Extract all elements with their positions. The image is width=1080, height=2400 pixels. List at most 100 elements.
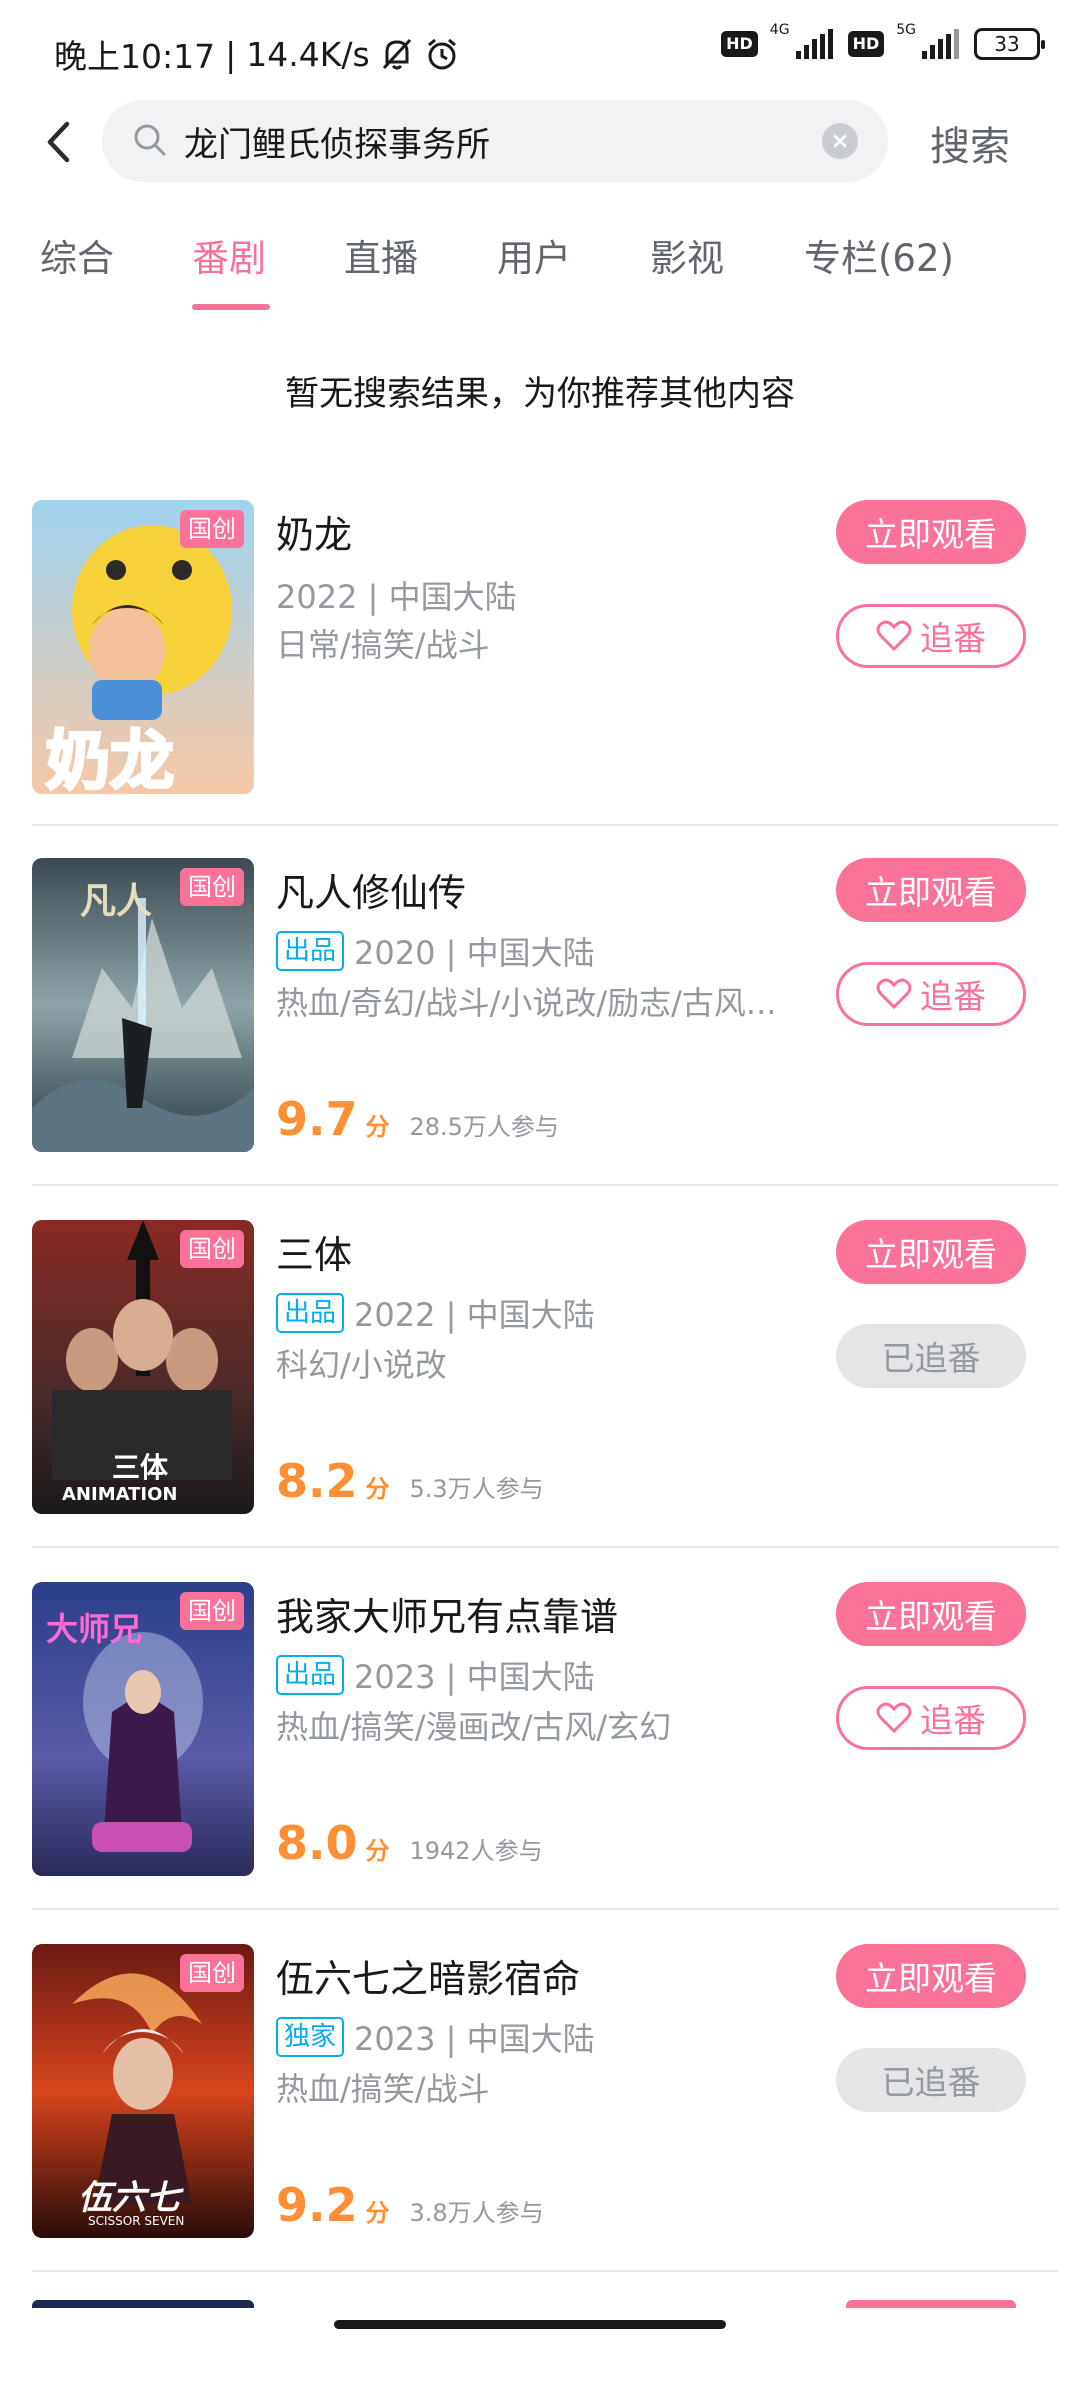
tab-live[interactable]: 直播 xyxy=(344,228,418,282)
list-item[interactable]: 国创 凡人 凡人修仙传 出品 2020 | 中国大陆 热血/奇幻/战斗/小说改/… xyxy=(0,858,1080,1220)
followed-button[interactable]: 已追番 xyxy=(836,1324,1026,1388)
cover-subtitle-art: ANIMATION xyxy=(62,1484,178,1505)
result-tabs: 综合 番剧 直播 用户 影视 专栏(62) xyxy=(0,228,1080,312)
item-tags: 热血/搞笑/战斗 xyxy=(276,2070,490,2108)
score-value: 9.2 xyxy=(276,2178,358,2232)
item-year-region: 2020 | 中国大陆 xyxy=(354,934,595,972)
watch-now-button[interactable]: 立即观看 xyxy=(836,500,1026,564)
item-title[interactable]: 奶龙 xyxy=(276,504,352,559)
heart-icon xyxy=(876,1702,912,1734)
cover-title-art: 凡人 xyxy=(80,881,153,922)
watch-now-button[interactable]: 立即观看 xyxy=(836,1582,1026,1646)
follow-button[interactable]: 追番 xyxy=(836,604,1026,668)
cover-image[interactable]: 国创 大师兄 xyxy=(32,1582,254,1876)
hd-badge: HD xyxy=(721,31,758,57)
back-arrow-icon xyxy=(47,121,70,163)
follow-button[interactable]: 追番 xyxy=(836,1686,1026,1750)
home-indicator[interactable] xyxy=(334,2320,726,2329)
cover-subtitle-art: SCISSOR SEVEN xyxy=(88,2214,185,2228)
cover-image[interactable]: 国创 凡人 xyxy=(32,858,254,1152)
active-tab-indicator xyxy=(192,304,270,310)
participant-count: 5.3万人参与 xyxy=(409,1475,544,1503)
status-time: 晚上10:17 xyxy=(54,37,216,76)
score-unit: 分 xyxy=(365,1475,390,1503)
item-meta: 出品 2023 | 中国大陆 xyxy=(276,1652,595,1698)
item-tags: 日常/搞笑/战斗 xyxy=(276,626,490,664)
cover-image[interactable]: 国创 三体 ANIMATION xyxy=(32,1220,254,1514)
item-title[interactable]: 三体 xyxy=(276,1224,352,1279)
watch-now-button[interactable]: 立即观看 xyxy=(836,1220,1026,1284)
score-unit: 分 xyxy=(365,1837,390,1865)
source-tag: 独家 xyxy=(276,2017,345,2057)
tab-film-tv[interactable]: 影视 xyxy=(650,228,724,282)
list-item[interactable]: 国创 伍六七 SCISSOR SEVEN 伍六七之暗影宿命 独家 2023 | … xyxy=(0,1944,1080,2306)
item-score: 9.2 分 3.8万人参与 xyxy=(276,2178,544,2232)
cover-title-art: 伍六七 xyxy=(78,2178,180,2218)
cover-title-art: 三体 xyxy=(112,1451,169,1484)
watch-now-button[interactable]: 立即观看 xyxy=(836,1944,1026,2008)
participant-count: 28.5万人参与 xyxy=(409,1113,559,1141)
follow-label: 追番 xyxy=(920,1701,986,1740)
divider xyxy=(32,824,1058,826)
score-value: 9.7 xyxy=(276,1092,358,1146)
battery-level: 33 xyxy=(994,32,1020,56)
watch-now-button[interactable]: 立即观看 xyxy=(836,858,1026,922)
cover-image[interactable]: 国创 奶龙 xyxy=(32,500,254,794)
watch-now-label: 立即观看 xyxy=(865,1235,997,1274)
search-icon xyxy=(130,120,170,164)
item-title[interactable]: 凡人修仙传 xyxy=(276,862,466,917)
status-left: 晚上10:17 | 14.4K/s xyxy=(54,30,460,78)
mute-bell-icon xyxy=(380,36,414,72)
list-item[interactable]: 国创 三体 ANIMATION 三体 出品 2022 | 中国大陆 科幻/小说改… xyxy=(0,1220,1080,1582)
tab-all[interactable]: 综合 xyxy=(40,228,114,282)
watch-now-label: 立即观看 xyxy=(865,873,997,912)
divider xyxy=(32,1546,1058,1548)
source-tag: 出品 xyxy=(276,1655,345,1695)
status-separator: | xyxy=(225,34,237,74)
network-type-label: 4G xyxy=(769,22,790,38)
cover-badge: 国创 xyxy=(180,1954,244,1992)
item-year-region: 2022 | 中国大陆 xyxy=(276,578,517,616)
back-button[interactable] xyxy=(38,116,78,168)
follow-button[interactable]: 追番 xyxy=(836,962,1026,1026)
list-item[interactable]: 国创 奶龙 奶龙 2022 | 中国大陆 日常/搞笑/战斗 立即观看 追番 xyxy=(0,500,1080,862)
cover-title-art: 奶龙 xyxy=(45,724,176,795)
item-title[interactable]: 伍六七之暗影宿命 xyxy=(276,1948,580,2003)
followed-label: 已追番 xyxy=(881,1339,981,1378)
cover-image[interactable]: 国创 伍六七 SCISSOR SEVEN xyxy=(32,1944,254,2238)
followed-button[interactable]: 已追番 xyxy=(836,2048,1026,2112)
score-unit: 分 xyxy=(365,1113,390,1141)
followed-label: 已追番 xyxy=(881,2063,981,2102)
item-year-region: 2023 | 中国大陆 xyxy=(354,2020,595,2058)
no-result-message: 暂无搜索结果，为你推荐其他内容 xyxy=(285,374,795,414)
tab-articles[interactable]: 专栏(62) xyxy=(804,228,954,282)
tab-users[interactable]: 用户 xyxy=(497,228,571,282)
item-tags: 热血/搞笑/漫画改/古风/玄幻 xyxy=(276,1708,672,1746)
clear-search-button[interactable] xyxy=(822,123,858,159)
hd-badge: HD xyxy=(847,31,885,57)
watch-now-label: 立即观看 xyxy=(865,515,997,554)
item-year-region: 2023 | 中国大陆 xyxy=(354,1658,595,1696)
divider xyxy=(32,1184,1058,1186)
item-year-region: 2022 | 中国大陆 xyxy=(354,1296,595,1334)
search-box[interactable] xyxy=(102,100,888,182)
network-type-label: 5G xyxy=(896,22,916,38)
search-input[interactable] xyxy=(184,100,784,182)
item-score: 9.7 分 28.5万人参与 xyxy=(276,1092,559,1146)
status-right: HD 4G HD 5G 33 xyxy=(721,22,1045,60)
divider xyxy=(32,1908,1058,1910)
item-meta: 2022 | 中国大陆 xyxy=(276,572,517,618)
score-value: 8.2 xyxy=(276,1454,358,1508)
heart-icon xyxy=(876,978,912,1010)
item-meta: 出品 2020 | 中国大陆 xyxy=(276,928,595,974)
search-header: 搜索 xyxy=(0,100,1080,184)
search-submit-button[interactable]: 搜索 xyxy=(930,114,1010,172)
tab-bangumi[interactable]: 番剧 xyxy=(192,228,266,282)
item-tags: 热血/奇幻/战斗/小说改/励志/古风... xyxy=(276,984,777,1022)
item-score: 8.0 分 1942人参与 xyxy=(276,1816,543,1870)
source-tag: 出品 xyxy=(276,931,345,971)
list-item[interactable]: 国创 大师兄 我家大师兄有点靠谱 出品 2023 | 中国大陆 热血/搞笑/漫画… xyxy=(0,1582,1080,1944)
item-title[interactable]: 我家大师兄有点靠谱 xyxy=(276,1586,618,1641)
divider xyxy=(32,2270,1058,2272)
cover-title-art: 大师兄 xyxy=(46,1610,143,1648)
